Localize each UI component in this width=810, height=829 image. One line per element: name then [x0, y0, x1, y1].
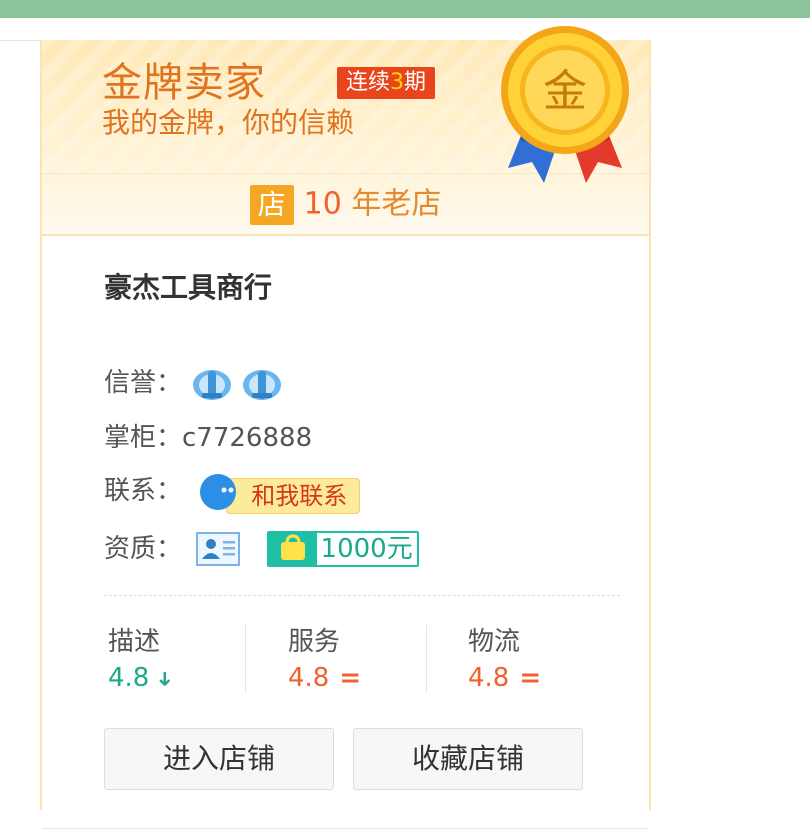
gold-seller-slogan: 我的金牌，你的信赖: [102, 106, 355, 139]
score-label: 服务: [288, 627, 341, 657]
gold-medal-icon: 金: [501, 26, 629, 183]
equal-icon: =: [339, 663, 362, 693]
chat-bubble-icon: [200, 473, 237, 510]
qualification-label: 资质：: [104, 533, 183, 564]
reputation-row: 信誉：: [104, 360, 290, 404]
seller-card: 金牌卖家 连续3期 我的金牌，你的信赖 店 10 年老店 金 豪杰工具商行 信誉：: [40, 26, 651, 829]
crown-icon[interactable]: [240, 363, 284, 403]
score-logistics: 物流 4.8 =: [468, 625, 628, 695]
enter-store-button[interactable]: 进入店铺: [104, 728, 334, 790]
divider: [426, 625, 427, 693]
owner-name[interactable]: c7726888: [182, 416, 312, 460]
divider: [245, 625, 246, 693]
equal-icon: =: [519, 663, 542, 693]
store-years-label: 年老店: [341, 186, 442, 222]
divider: [104, 595, 620, 596]
score-service: 服务 4.8 =: [288, 625, 448, 695]
arrow-down-icon: ➜: [153, 670, 178, 688]
crown-icon[interactable]: [190, 363, 234, 403]
score-label: 物流: [468, 627, 521, 657]
score-value: 4.8: [288, 663, 330, 693]
owner-row: 掌柜：c7726888: [104, 415, 312, 459]
top-bar: [0, 0, 810, 18]
qualification-row: 资质： 1000元: [104, 526, 419, 570]
contact-me-button[interactable]: 和我联系: [196, 473, 361, 514]
contact-row: 联系： 和我联系: [104, 468, 361, 514]
streak-badge: 连续3期: [337, 67, 436, 99]
divider: [0, 40, 40, 41]
store-years: 10: [303, 186, 342, 222]
deposit-amount: 1000元: [320, 533, 413, 564]
score-description: 描述 4.8 ➜: [108, 625, 268, 695]
shopping-bag-icon: [268, 532, 317, 565]
score-value: 4.8: [108, 663, 150, 693]
medal-char: 金: [543, 66, 587, 117]
contact-label: 联系：: [104, 475, 183, 506]
contact-me-label: 和我联系: [226, 477, 361, 514]
owner-label: 掌柜：: [104, 422, 183, 453]
shop-name[interactable]: 豪杰工具商行: [104, 268, 272, 308]
score-label: 描述: [108, 627, 161, 657]
gold-seller-title: 金牌卖家: [102, 60, 266, 106]
store-icon: 店: [249, 184, 294, 225]
favorite-store-button[interactable]: 收藏店铺: [353, 728, 583, 790]
id-card-icon[interactable]: [196, 531, 241, 566]
deposit-badge[interactable]: 1000元: [266, 530, 419, 567]
reputation-label: 信誉：: [104, 367, 183, 398]
score-value: 4.8: [468, 663, 510, 693]
